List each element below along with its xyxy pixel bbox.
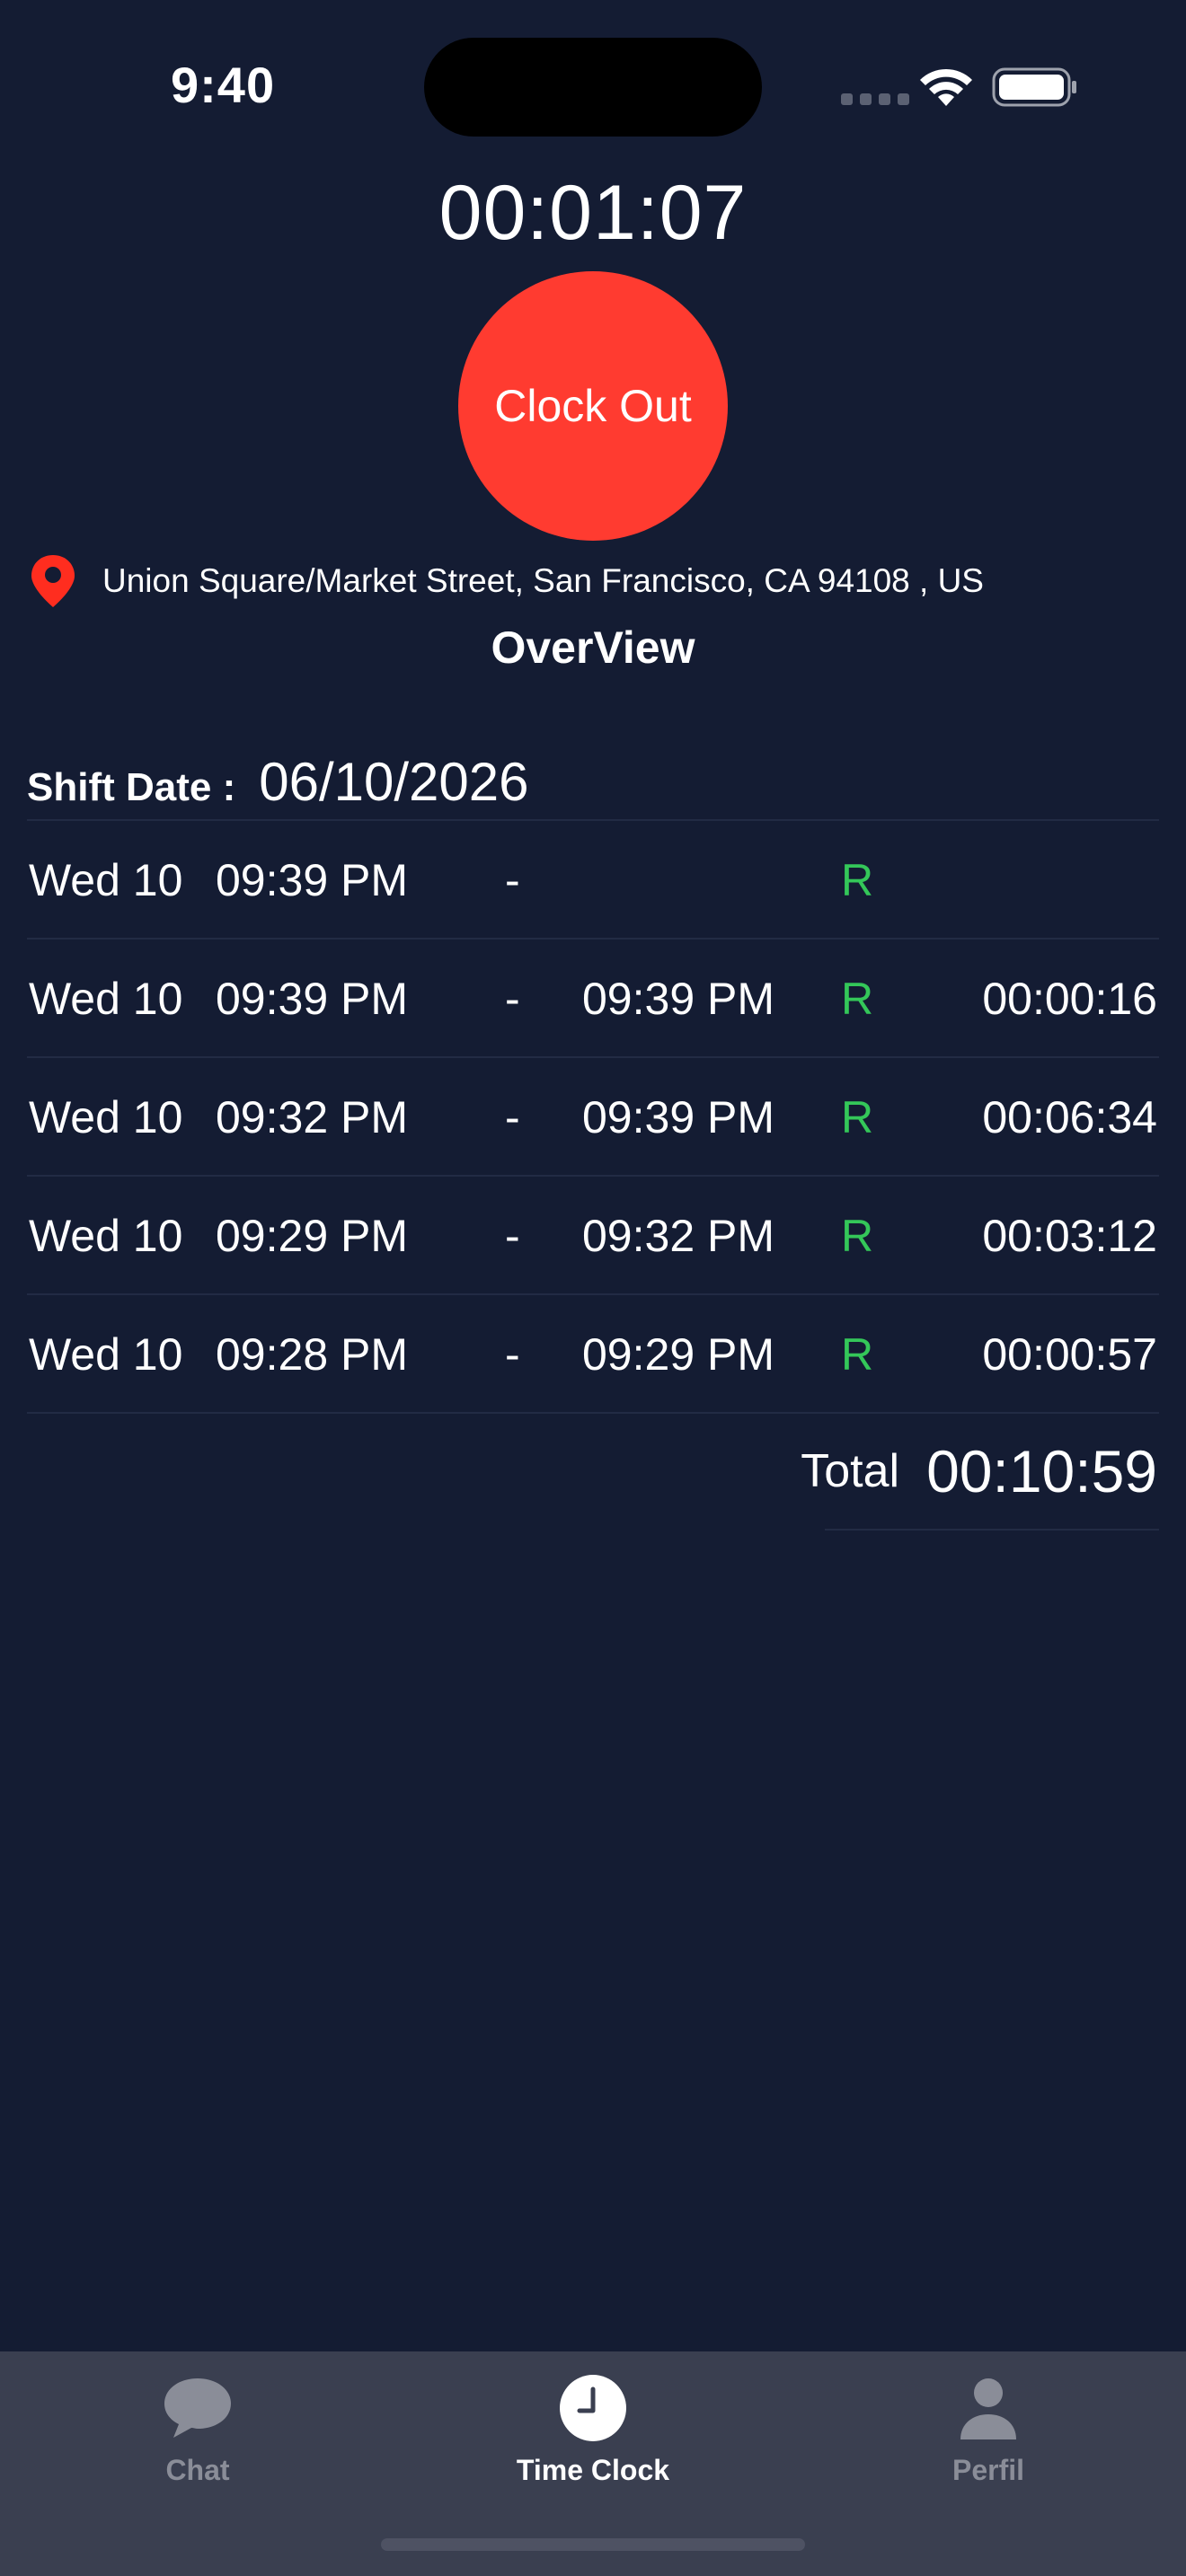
- entry-type: R: [841, 855, 874, 905]
- tab-chat[interactable]: Chat: [81, 2369, 314, 2504]
- entry-start-time: 09:39 PM: [216, 855, 409, 905]
- entry-duration: 00:00:57: [982, 1329, 1157, 1380]
- entry-type: R: [841, 1329, 874, 1380]
- entry-separator: -: [505, 1211, 520, 1261]
- entry-type: R: [841, 974, 874, 1024]
- entry-end-time: 09:39 PM: [582, 974, 775, 1024]
- entry-start-time: 09:32 PM: [216, 1092, 409, 1142]
- total-label: Total: [801, 1445, 900, 1497]
- entry-day: Wed 10: [29, 855, 183, 905]
- total-duration: Total 00:10:59: [801, 1417, 1157, 1525]
- tab-perfil[interactable]: Perfil: [872, 2369, 1105, 2504]
- entry-start-time: 09:39 PM: [216, 974, 409, 1024]
- person-icon: [960, 2378, 1016, 2439]
- entry-separator: -: [505, 974, 520, 1024]
- entry-day: Wed 10: [29, 1211, 183, 1261]
- shift-date-label: Shift Date :: [27, 765, 236, 809]
- tab-chat-label: Chat: [165, 2454, 230, 2486]
- entry-day: Wed 10: [29, 1092, 183, 1142]
- time-entry-row: Wed 10 09:29 PM - 09:32 PM R 00:03:12: [0, 1177, 1186, 1295]
- total-value: 00:10:59: [926, 1438, 1157, 1504]
- location-address: Union Square/Market Street, San Francisc…: [102, 562, 984, 599]
- entry-type: R: [841, 1211, 874, 1261]
- clock-out-button[interactable]: Clock Out: [458, 271, 728, 541]
- tab-perfil-label: Perfil: [951, 2454, 1025, 2486]
- entry-start-time: 09:29 PM: [216, 1211, 409, 1261]
- entry-duration: 00:00:16: [982, 974, 1157, 1024]
- time-clock-screen: 9:40 00:01:07 Clock Out Union Square/Mar…: [0, 0, 1186, 2576]
- entry-duration: 00:06:34: [982, 1092, 1157, 1142]
- entry-end-time: 09:32 PM: [582, 1211, 775, 1261]
- dynamic-island: [424, 38, 762, 137]
- tab-time-clock-label: Time Clock: [516, 2454, 670, 2486]
- entry-duration: 00:03:12: [982, 1211, 1157, 1261]
- map-pin-icon: [31, 555, 75, 607]
- clock-icon: [560, 2375, 626, 2441]
- time-entry-row: Wed 10 09:39 PM - R: [0, 821, 1186, 940]
- entry-start-time: 09:28 PM: [216, 1329, 409, 1380]
- elapsed-timer: 00:01:07: [438, 170, 748, 256]
- time-entry-row: Wed 10 09:32 PM - 09:39 PM R 00:06:34: [0, 1058, 1186, 1177]
- status-bar-time: 9:40: [171, 57, 276, 113]
- chat-bubble-icon: [164, 2378, 231, 2438]
- divider: [27, 1412, 1159, 1414]
- time-entry-row: Wed 10 09:28 PM - 09:29 PM R 00:00:57: [0, 1295, 1186, 1414]
- home-indicator: [381, 2538, 805, 2551]
- battery-icon: [992, 67, 1076, 107]
- overview-title: OverView: [491, 622, 695, 673]
- time-entry-row: Wed 10 09:39 PM - 09:39 PM R 00:00:16: [0, 940, 1186, 1058]
- tab-time-clock[interactable]: Time Clock: [476, 2369, 710, 2504]
- entry-day: Wed 10: [29, 1329, 183, 1380]
- wifi-icon: [920, 68, 972, 106]
- divider: [825, 1529, 1159, 1531]
- entry-day: Wed 10: [29, 974, 183, 1024]
- entry-end-time: 09:39 PM: [582, 1092, 775, 1142]
- entry-separator: -: [505, 1092, 520, 1142]
- shift-date-value: 06/10/2026: [259, 752, 529, 812]
- entry-separator: -: [505, 855, 520, 905]
- entry-end-time: 09:29 PM: [582, 1329, 775, 1380]
- cellular-signal-icon: [841, 93, 909, 105]
- entry-type: R: [841, 1092, 874, 1142]
- current-location: Union Square/Market Street, San Francisc…: [29, 553, 984, 609]
- entry-separator: -: [505, 1329, 520, 1380]
- shift-date: Shift Date : 06/10/2026: [27, 751, 529, 813]
